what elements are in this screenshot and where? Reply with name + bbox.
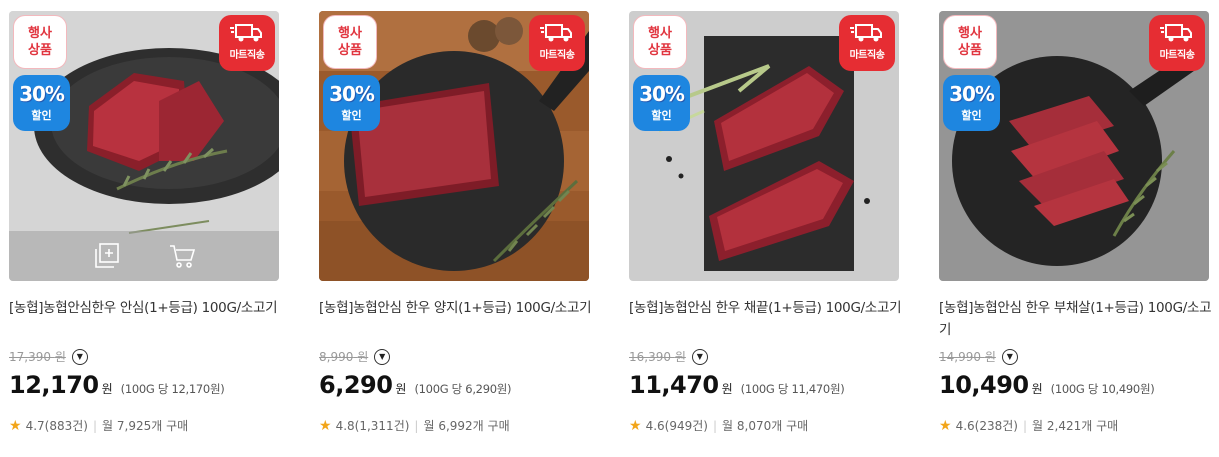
discount-label: 할인 [31, 108, 52, 122]
star-icon: ★ [9, 417, 22, 434]
original-price: 8,990 [319, 350, 354, 364]
original-price-row: 8,990 원 ▼ [319, 348, 391, 365]
original-price-row: 14,990 원 ▼ [939, 348, 1018, 365]
monthly-purchases: 월 2,421개 구매 [1032, 419, 1119, 433]
original-price-won: 원 [674, 350, 686, 364]
chevron-down-icon[interactable]: ▼ [691, 348, 708, 365]
discount-label: 할인 [651, 108, 672, 122]
product-card[interactable]: 행사 상품 마트직송 30% 할인 [농협]농협안심 한우 채끝(1+등급) 1… [629, 11, 902, 434]
star-icon: ★ [319, 417, 332, 434]
sale-price-row: 6,290 원 (100G 당 6,290원) [319, 371, 512, 399]
mart-delivery-label: 마트직송 [229, 50, 265, 61]
sale-price-won: 원 [395, 382, 407, 396]
truck-icon [850, 24, 882, 42]
product-image[interactable]: 행사 상품 마트직송 30% 할인 [629, 11, 899, 281]
divider: | [92, 418, 98, 433]
product-image[interactable]: 행사 상품 마트직송 30% 할인 [9, 11, 279, 281]
discount-percent: 30% [329, 81, 375, 106]
star-icon: ★ [939, 417, 952, 434]
mart-delivery-badge: 마트직송 [219, 15, 275, 71]
original-price: 16,390 [629, 350, 671, 364]
product-card[interactable]: 행사 상품 마트직송 30% 할인 [농협]농협안심 한우 부채살(1+등급) … [939, 11, 1212, 434]
original-price-won: 원 [357, 350, 369, 364]
mart-delivery-badge: 마트직송 [839, 15, 895, 71]
rating-score: 4.8 [335, 418, 355, 433]
original-price-row: 17,390 원 ▼ [9, 348, 88, 365]
add-to-list-icon[interactable] [91, 241, 121, 271]
divider: | [414, 418, 419, 433]
discount-label: 할인 [341, 108, 362, 122]
rating-score: 4.6 [645, 418, 665, 433]
product-name[interactable]: [농협]농협안심 한우 채끝(1+등급) 100G/소고기 [629, 297, 907, 319]
discount-percent: 30% [19, 81, 65, 106]
product-image[interactable]: 행사 상품 마트직송 30% 할인 [939, 11, 1209, 281]
unit-price: (100G 당 6,290원) [414, 382, 512, 396]
chevron-down-icon[interactable]: ▼ [71, 348, 88, 365]
review-count[interactable]: (883건) [45, 417, 88, 434]
divider: | [712, 418, 718, 433]
review-count[interactable]: (238건) [975, 417, 1018, 434]
original-price-row: 16,390 원 ▼ [629, 348, 708, 365]
review-count[interactable]: (949건) [665, 417, 708, 434]
original-price: 17,390 [9, 350, 51, 364]
sale-price: 6,290 [319, 371, 393, 399]
discount-badge: 30% 할인 [13, 75, 70, 131]
discount-percent: 30% [949, 81, 995, 106]
mart-delivery-badge: 마트직송 [529, 15, 585, 71]
truck-icon [540, 24, 572, 42]
sale-price-row: 11,470 원 (100G 당 11,470원) [629, 371, 845, 399]
star-icon: ★ [629, 417, 642, 434]
monthly-purchases: 월 7,925개 구매 [102, 419, 189, 433]
product-name[interactable]: [농협]농협안심 한우 양지(1+등급) 100G/소고기 [319, 297, 597, 319]
original-price: 14,990 [939, 350, 981, 364]
sale-price: 12,170 [9, 371, 99, 399]
sale-price: 10,490 [939, 371, 1029, 399]
original-price-won: 원 [984, 350, 996, 364]
truck-icon [1160, 24, 1192, 42]
unit-price: (100G 당 10,490원) [1050, 382, 1155, 396]
review-count[interactable]: (1,311건) [355, 417, 410, 434]
truck-icon [230, 24, 262, 42]
monthly-purchases: 월 8,070개 구매 [722, 419, 809, 433]
divider: | [1022, 418, 1028, 433]
rating-row: ★ 4.6 (949건) | 월 8,070개 구매 [629, 417, 808, 434]
mart-delivery-label: 마트직송 [539, 50, 575, 61]
unit-price: (100G 당 12,170원) [120, 382, 225, 396]
unit-price: (100G 당 11,470원) [740, 382, 845, 396]
chevron-down-icon[interactable]: ▼ [1001, 348, 1018, 365]
product-card[interactable]: 행사 상품 마트직송 30% 할인 [농협]농협안심 한우 양지(1+등급) 1… [319, 11, 592, 434]
quick-action-bar [9, 231, 279, 281]
event-product-badge: 행사 상품 [13, 15, 67, 69]
sale-price-row: 12,170 원 (100G 당 12,170원) [9, 371, 225, 399]
rating-row: ★ 4.7 (883건) | 월 7,925개 구매 [9, 417, 188, 434]
discount-label: 할인 [961, 108, 982, 122]
product-image[interactable]: 행사 상품 마트직송 30% 할인 [319, 11, 589, 281]
event-product-badge: 행사 상품 [323, 15, 377, 69]
event-product-badge: 행사 상품 [633, 15, 687, 69]
mart-delivery-label: 마트직송 [1159, 50, 1195, 61]
sale-price: 11,470 [629, 371, 719, 399]
cart-icon[interactable] [167, 241, 197, 271]
event-product-badge: 행사 상품 [943, 15, 997, 69]
discount-badge: 30% 할인 [633, 75, 690, 131]
sale-price-won: 원 [101, 382, 113, 396]
monthly-purchases: 월 6,992개 구매 [423, 419, 510, 433]
mart-delivery-badge: 마트직송 [1149, 15, 1205, 71]
product-name[interactable]: [농협]농협안심한우 안심(1+등급) 100G/소고기 [9, 297, 287, 319]
sale-price-won: 원 [721, 382, 733, 396]
rating-row: ★ 4.6 (238건) | 월 2,421개 구매 [939, 417, 1118, 434]
rating-score: 4.6 [955, 418, 975, 433]
chevron-down-icon[interactable]: ▼ [374, 348, 391, 365]
mart-delivery-label: 마트직송 [849, 50, 885, 61]
product-name[interactable]: [농협]농협안심 한우 부채살(1+등급) 100G/소고기 [939, 297, 1217, 341]
discount-percent: 30% [639, 81, 685, 106]
discount-badge: 30% 할인 [323, 75, 380, 131]
sale-price-row: 10,490 원 (100G 당 10,490원) [939, 371, 1155, 399]
original-price-won: 원 [54, 350, 66, 364]
product-card[interactable]: 행사 상품 마트직송 30% 할인 [농협]농협안심한우 안심(1+등급) 10… [9, 11, 279, 434]
rating-score: 4.7 [25, 418, 45, 433]
discount-badge: 30% 할인 [943, 75, 1000, 131]
sale-price-won: 원 [1031, 382, 1043, 396]
rating-row: ★ 4.8 (1,311건) | 월 6,992개 구매 [319, 417, 510, 434]
